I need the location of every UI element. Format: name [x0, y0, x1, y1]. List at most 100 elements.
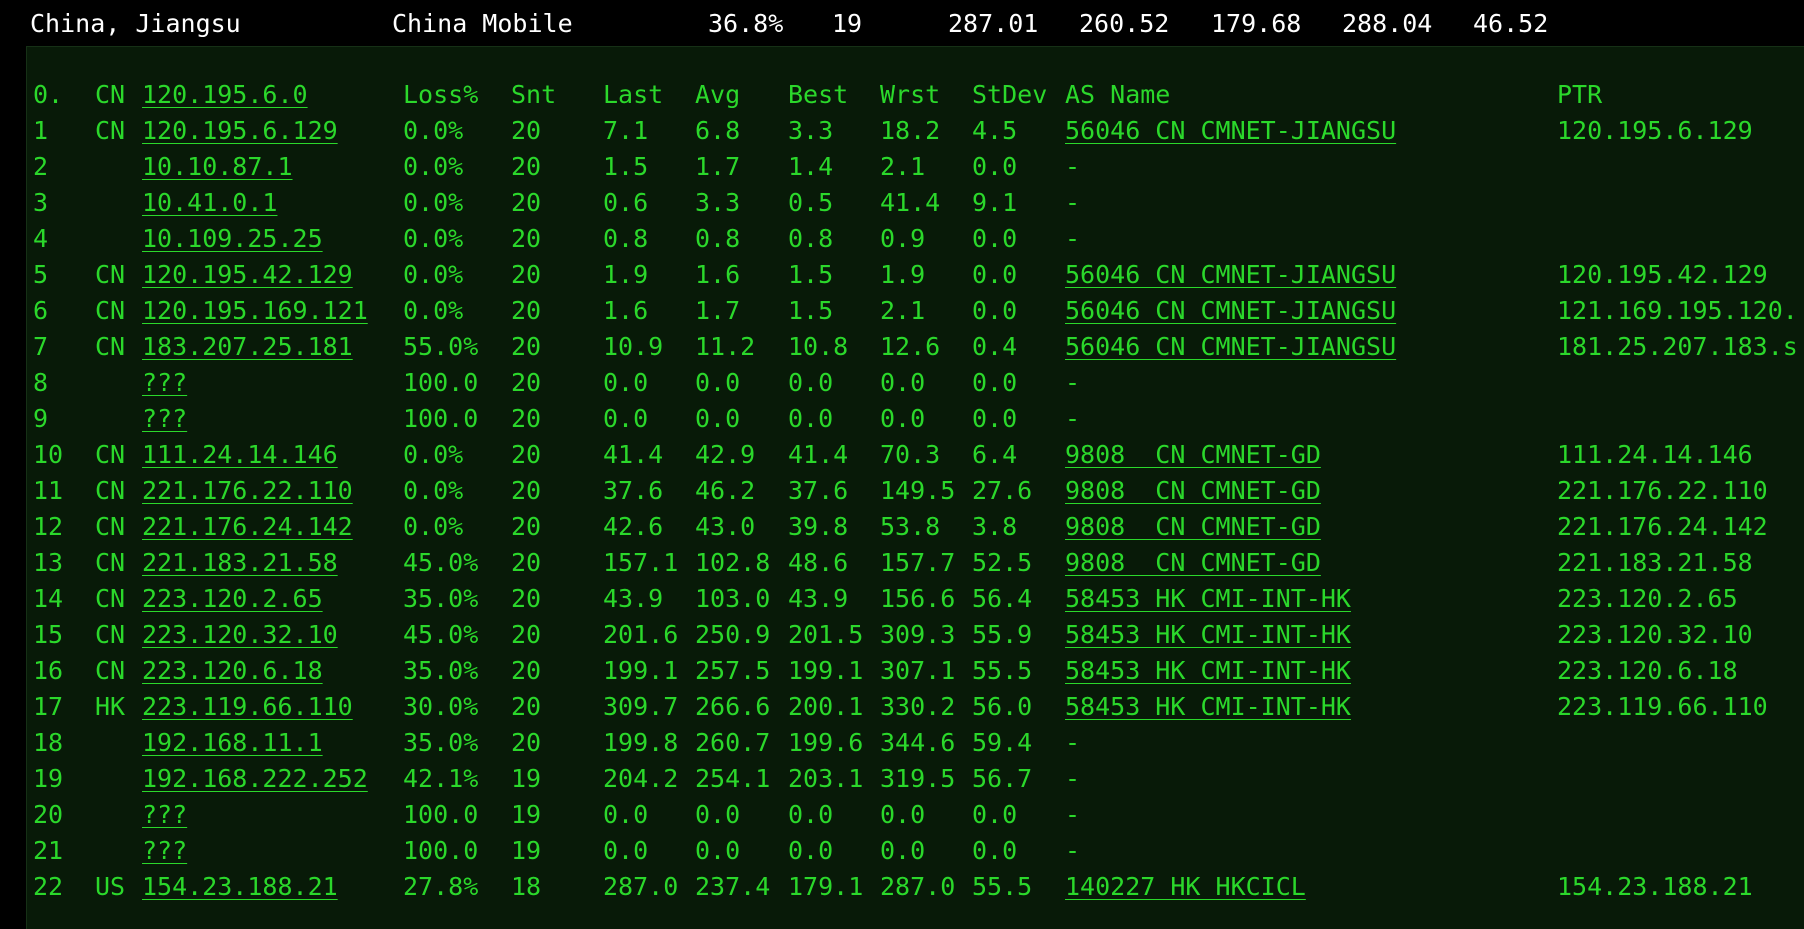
as-name-link[interactable]: 9808 CN CMNET-GD	[1065, 437, 1321, 473]
stdev-value: 0.0	[972, 260, 1018, 289]
worst-value: 307.1	[880, 656, 956, 685]
table-row: 19 192.168.222.252 42.1% 19 204.2 254.1 203.1 3…	[27, 761, 1804, 797]
host-link[interactable]: 120.195.169.121	[142, 293, 368, 329]
as-name-link[interactable]: 140227 HK HKCICL	[1065, 869, 1306, 905]
hop-number: 19	[33, 764, 64, 793]
loss-value: 45.0%	[403, 548, 479, 577]
host-link[interactable]: 192.168.222.252	[142, 761, 368, 797]
host-link[interactable]: 223.120.6.18	[142, 653, 323, 689]
stdev-value: 0.0	[972, 800, 1018, 829]
hop-number: 1	[33, 116, 49, 145]
summary-location: China, Jiangsu	[30, 9, 241, 38]
host-link[interactable]: 111.24.14.146	[142, 437, 338, 473]
sent-value: 20	[511, 368, 542, 397]
last-value: 199.1	[603, 656, 679, 685]
stdev-value: 0.4	[972, 332, 1018, 361]
worst-value: 41.4	[880, 188, 941, 217]
best-value: 1.5	[788, 296, 834, 325]
table-row: 9??? 100.0 20 0.0 0.0 0.0 0.0 0.0 -	[27, 401, 1804, 437]
avg-value: 0.0	[695, 368, 741, 397]
as-name-link[interactable]: 9808 CN CMNET-GD	[1065, 545, 1321, 581]
hop-number: 14	[33, 584, 64, 613]
best-value: 199.6	[788, 728, 864, 757]
hop-number: 16	[33, 656, 64, 685]
country-code: US	[95, 872, 126, 901]
as-name-link[interactable]: 58453 HK CMI-INT-HK	[1065, 617, 1351, 653]
sent-value: 20	[511, 692, 542, 721]
host-link[interactable]: 10.109.25.25	[142, 221, 323, 257]
as-name-link[interactable]: 9808 CN CMNET-GD	[1065, 473, 1321, 509]
avg-value: 260.7	[695, 728, 771, 757]
sent-value: 20	[511, 152, 542, 181]
host-link[interactable]: 192.168.11.1	[142, 725, 323, 761]
avg-value: 237.4	[695, 872, 771, 901]
last-value: 0.6	[603, 188, 649, 217]
host-link[interactable]: ???	[142, 833, 187, 869]
as-name-link[interactable]: 58453 HK CMI-INT-HK	[1065, 689, 1351, 725]
last-value: 37.6	[603, 476, 664, 505]
best-value: 1.4	[788, 152, 834, 181]
host-link[interactable]: 221.183.21.58	[142, 545, 338, 581]
table-header: 0. CN 120.195.6.0 Loss% Snt Last Avg Bes…	[27, 77, 1804, 113]
table-row: 12 CN 221.176.24.142 0.0% 20 42.6 43.0 39.8 53.8…	[27, 509, 1804, 545]
as-name-link[interactable]: 58453 HK CMI-INT-HK	[1065, 581, 1351, 617]
host-link[interactable]: ???	[142, 797, 187, 833]
host-link[interactable]: 183.207.25.181	[142, 329, 353, 365]
country-code: CN	[95, 260, 126, 289]
hop-number: 5	[33, 260, 49, 289]
host-link[interactable]: 223.120.2.65	[142, 581, 323, 617]
table-row: 5 CN 120.195.42.129 0.0% 20 1.9 1.6 1.5 1.9 0.0 56…	[27, 257, 1804, 293]
sent-value: 20	[511, 404, 542, 433]
as-name-link[interactable]: 56046 CN CMNET-JIANGSU	[1065, 113, 1396, 149]
host-link[interactable]: 120.195.42.129	[142, 257, 353, 293]
host-link[interactable]: 223.120.32.10	[142, 617, 338, 653]
country-code: CN	[95, 296, 126, 325]
best-value: 37.6	[788, 476, 849, 505]
header-host-link[interactable]: 120.195.6.0	[142, 77, 308, 113]
host-link[interactable]: 154.23.188.21	[142, 869, 338, 905]
stdev-value: 52.5	[972, 548, 1033, 577]
hop-number: 8	[33, 368, 49, 397]
table-row: 2 10.10.87.1 0.0% 20 1.5 1.7 1.4 2.1 0.0 -	[27, 149, 1804, 185]
host-link[interactable]: 120.195.6.129	[142, 113, 338, 149]
host-link[interactable]: ???	[142, 401, 187, 437]
last-value: 1.5	[603, 152, 649, 181]
table-row: 7 CN 183.207.25.181 55.0% 20 10.9 11.2 10.8 12.6…	[27, 329, 1804, 365]
last-value: 204.2	[603, 764, 679, 793]
host-link[interactable]: 223.119.66.110	[142, 689, 353, 725]
stdev-value: 55.5	[972, 872, 1033, 901]
worst-value: 70.3	[880, 440, 941, 469]
best-value: 43.9	[788, 584, 849, 613]
sent-value: 18	[511, 872, 542, 901]
stdev-value: 0.0	[972, 224, 1018, 253]
sent-value: 19	[511, 800, 542, 829]
host-link[interactable]: 10.41.0.1	[142, 185, 277, 221]
best-value: 0.0	[788, 836, 834, 865]
summary-avg: 260.52	[1079, 9, 1170, 38]
as-name-link[interactable]: 58453 HK CMI-INT-HK	[1065, 653, 1351, 689]
hop-number: 13	[33, 548, 64, 577]
host-link[interactable]: 10.10.87.1	[142, 149, 293, 185]
country-code: CN	[95, 620, 126, 649]
host-link[interactable]: ???	[142, 365, 187, 401]
loss-value: 0.0%	[403, 296, 464, 325]
as-name-link[interactable]: 9808 CN CMNET-GD	[1065, 509, 1321, 545]
loss-value: 42.1%	[403, 764, 479, 793]
loss-value: 35.0%	[403, 584, 479, 613]
sent-value: 20	[511, 440, 542, 469]
loss-value: 100.0	[403, 404, 479, 433]
worst-value: 2.1	[880, 296, 926, 325]
host-link[interactable]: 221.176.24.142	[142, 509, 353, 545]
header-avg: Avg	[695, 80, 741, 109]
host-link[interactable]: 221.176.22.110	[142, 473, 353, 509]
worst-value: 1.9	[880, 260, 926, 289]
avg-value: 266.6	[695, 692, 771, 721]
sent-value: 20	[511, 188, 542, 217]
loss-value: 0.0%	[403, 260, 464, 289]
as-name-link[interactable]: 56046 CN CMNET-JIANGSU	[1065, 329, 1396, 365]
loss-value: 0.0%	[403, 224, 464, 253]
as-name-link[interactable]: 56046 CN CMNET-JIANGSU	[1065, 257, 1396, 293]
avg-value: 254.1	[695, 764, 771, 793]
hop-number: 2	[33, 152, 49, 181]
as-name-link[interactable]: 56046 CN CMNET-JIANGSU	[1065, 293, 1396, 329]
